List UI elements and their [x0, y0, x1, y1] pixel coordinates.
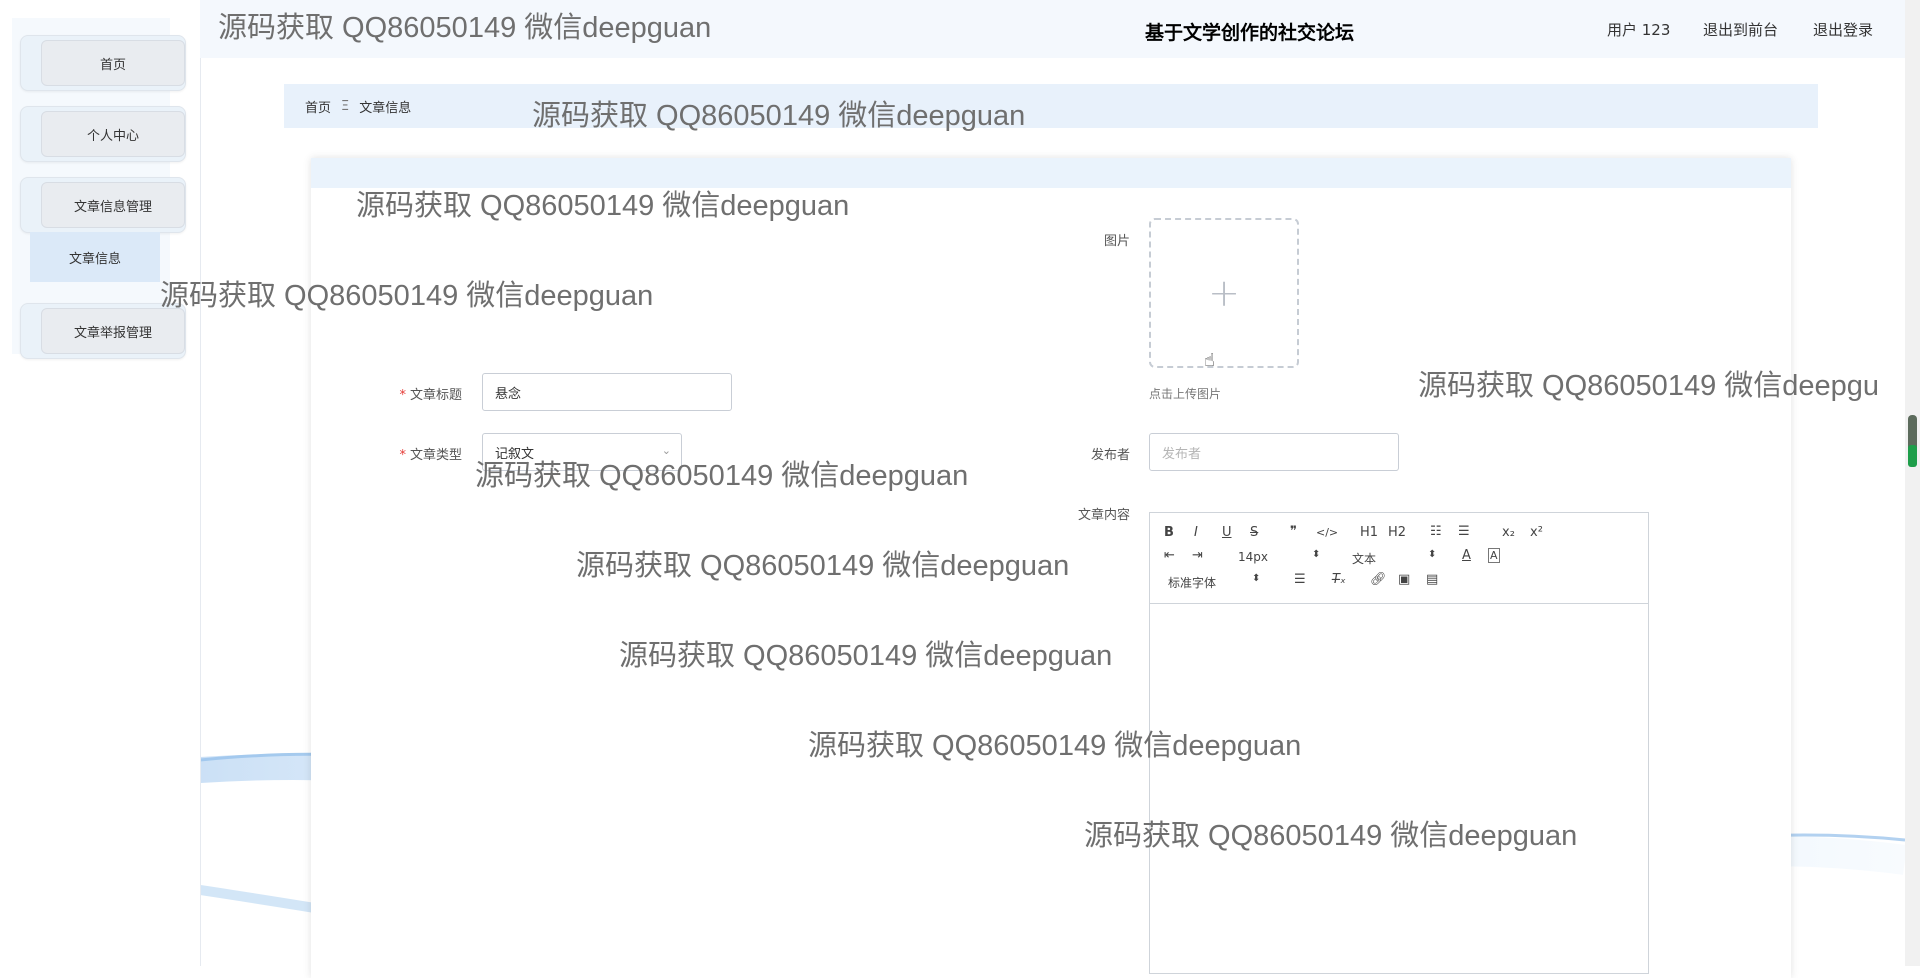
publisher-label: 发布者 [1090, 448, 1130, 463]
select-arrows-icon: ⬍ [1252, 573, 1261, 584]
sidebar-item-label: 个人中心 [41, 111, 185, 157]
watermark: 源码获取 QQ86050149 微信deepguan [356, 190, 850, 222]
sidebar-item-home[interactable]: 首页 [20, 35, 186, 91]
breadcrumb-home[interactable]: 首页 [305, 97, 331, 116]
watermark: 源码获取 QQ86050149 微信deepguan [218, 12, 712, 44]
clear-format-icon[interactable]: T̶ₓ [1332, 572, 1346, 587]
watermark: 源码获取 QQ86050149 微信deepguan [619, 640, 1113, 672]
font-size-select[interactable]: 14px [1238, 550, 1268, 564]
watermark: 源码获取 QQ86050149 微信deepguan [475, 460, 969, 492]
h1-button[interactable]: H1 [1360, 525, 1378, 540]
font-color-icon[interactable]: A [1462, 548, 1471, 563]
sidebar: 首页 个人中心 文章信息管理 文章信息 文章举报管理 [0, 0, 201, 966]
sidebar-item-label: 文章举报管理 [41, 308, 185, 354]
superscript-button[interactable]: x² [1530, 525, 1543, 540]
type-label: * 文章类型 [399, 448, 462, 463]
ordered-list-button[interactable]: ☷ [1430, 524, 1442, 539]
select-arrows-icon: ⬍ [1312, 549, 1321, 560]
hand-cursor-icon: ☝ [1204, 350, 1215, 371]
sidebar-item-profile[interactable]: 个人中心 [20, 106, 186, 162]
page-scrollbar[interactable] [1905, 0, 1920, 966]
underline-button[interactable]: U [1222, 525, 1232, 540]
breadcrumb-current: 文章信息 [359, 100, 412, 116]
editor-toolbar: B I U S ❞ </> H1 H2 ☷ ☰ x₂ x² ⇤ ⇥ 14px ⬍… [1150, 513, 1648, 604]
watermark: 源码获取 QQ86050149 微信deepguan [576, 550, 1070, 582]
content-label: 文章内容 [1077, 508, 1130, 523]
watermark: 源码获取 QQ86050149 微信deepguan [808, 730, 1302, 762]
sidebar-item-article-management[interactable]: 文章信息管理 [20, 177, 186, 233]
title-label: * 文章标题 [399, 388, 462, 403]
breadcrumb: 首页 Ξ 文章信息 [284, 84, 1818, 128]
watermark: 源码获取 QQ86050149 微信deepguan [160, 280, 654, 312]
watermark: 源码获取 QQ86050149 微信deepguan [1084, 820, 1578, 852]
blockquote-button[interactable]: ❞ [1290, 524, 1297, 539]
align-left-icon[interactable]: ☰ [1294, 572, 1306, 587]
plus-icon: + [1208, 271, 1240, 315]
scrollbar-marker [1908, 445, 1917, 467]
outdent-icon[interactable]: ⇤ [1164, 548, 1175, 563]
title-input[interactable]: 悬念 [482, 373, 732, 411]
video-icon[interactable]: ▤ [1426, 572, 1438, 587]
background-color-icon[interactable]: A [1488, 548, 1500, 563]
image-upload-box[interactable]: + [1149, 218, 1299, 368]
watermark: 源码获取 QQ86050149 微信deepgu [1418, 370, 1880, 402]
italic-button[interactable]: I [1194, 525, 1198, 540]
bold-button[interactable]: B [1164, 525, 1174, 540]
watermark: 源码获取 QQ86050149 微信deepguan [532, 100, 1026, 132]
image-label: 图片 [1103, 234, 1130, 249]
image-icon[interactable]: ▣ [1398, 572, 1410, 587]
site-title: 基于文学创作的社交论坛 [1145, 22, 1355, 44]
subscript-button[interactable]: x₂ [1502, 525, 1515, 540]
logout-link[interactable]: 退出登录 [1813, 19, 1873, 40]
link-icon[interactable]: 🔗︎ [1370, 572, 1387, 587]
breadcrumb-separator-icon: Ξ [341, 98, 350, 114]
indent-icon[interactable]: ⇥ [1192, 548, 1203, 563]
h2-button[interactable]: H2 [1388, 525, 1406, 540]
select-arrows-icon: ⬍ [1428, 549, 1437, 560]
exit-to-front-link[interactable]: 退出到前台 [1703, 19, 1778, 40]
user-name[interactable]: 用户 123 [1607, 19, 1670, 40]
heading-select[interactable]: 文本 [1352, 550, 1376, 567]
upload-tip: 点击上传图片 [1149, 387, 1222, 401]
code-button[interactable]: </> [1316, 526, 1338, 539]
font-family-select[interactable]: 标准字体 [1168, 574, 1216, 591]
sidebar-item-label: 文章信息管理 [41, 182, 185, 228]
sidebar-item-label: 首页 [41, 40, 185, 86]
strike-button[interactable]: S [1250, 525, 1258, 540]
bullet-list-button[interactable]: ☰ [1458, 524, 1470, 539]
sidebar-subitem-article-info[interactable]: 文章信息 [30, 232, 160, 282]
publisher-input[interactable]: 发布者 [1149, 433, 1399, 471]
